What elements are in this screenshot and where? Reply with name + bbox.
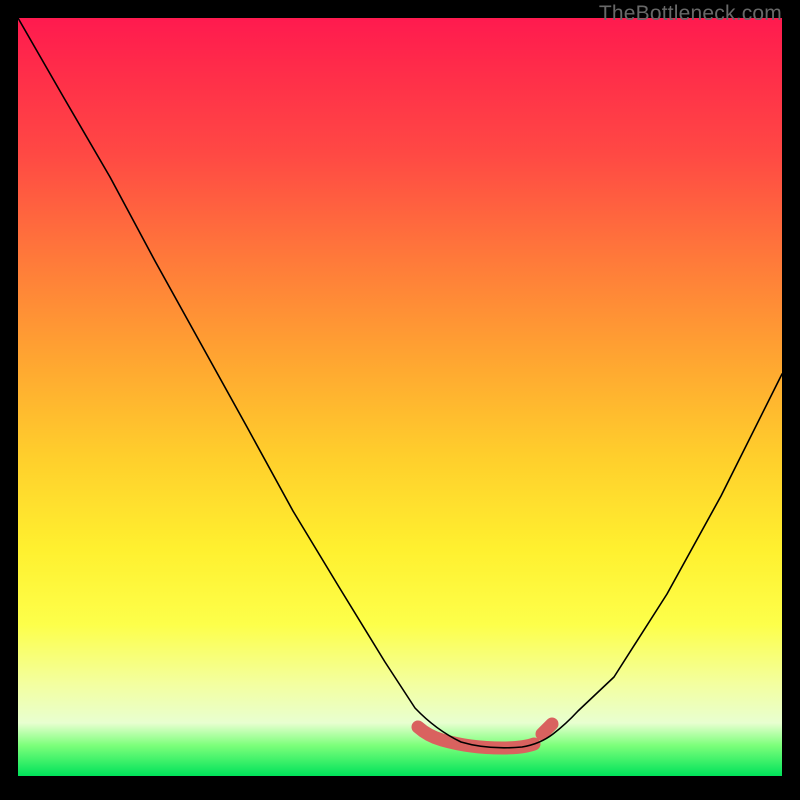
chart-frame: TheBottleneck.com <box>0 0 800 800</box>
watermark-text: TheBottleneck.com <box>599 2 782 26</box>
plot-area <box>18 18 782 776</box>
bottleneck-curve <box>18 18 782 748</box>
plot-svg <box>18 18 782 776</box>
